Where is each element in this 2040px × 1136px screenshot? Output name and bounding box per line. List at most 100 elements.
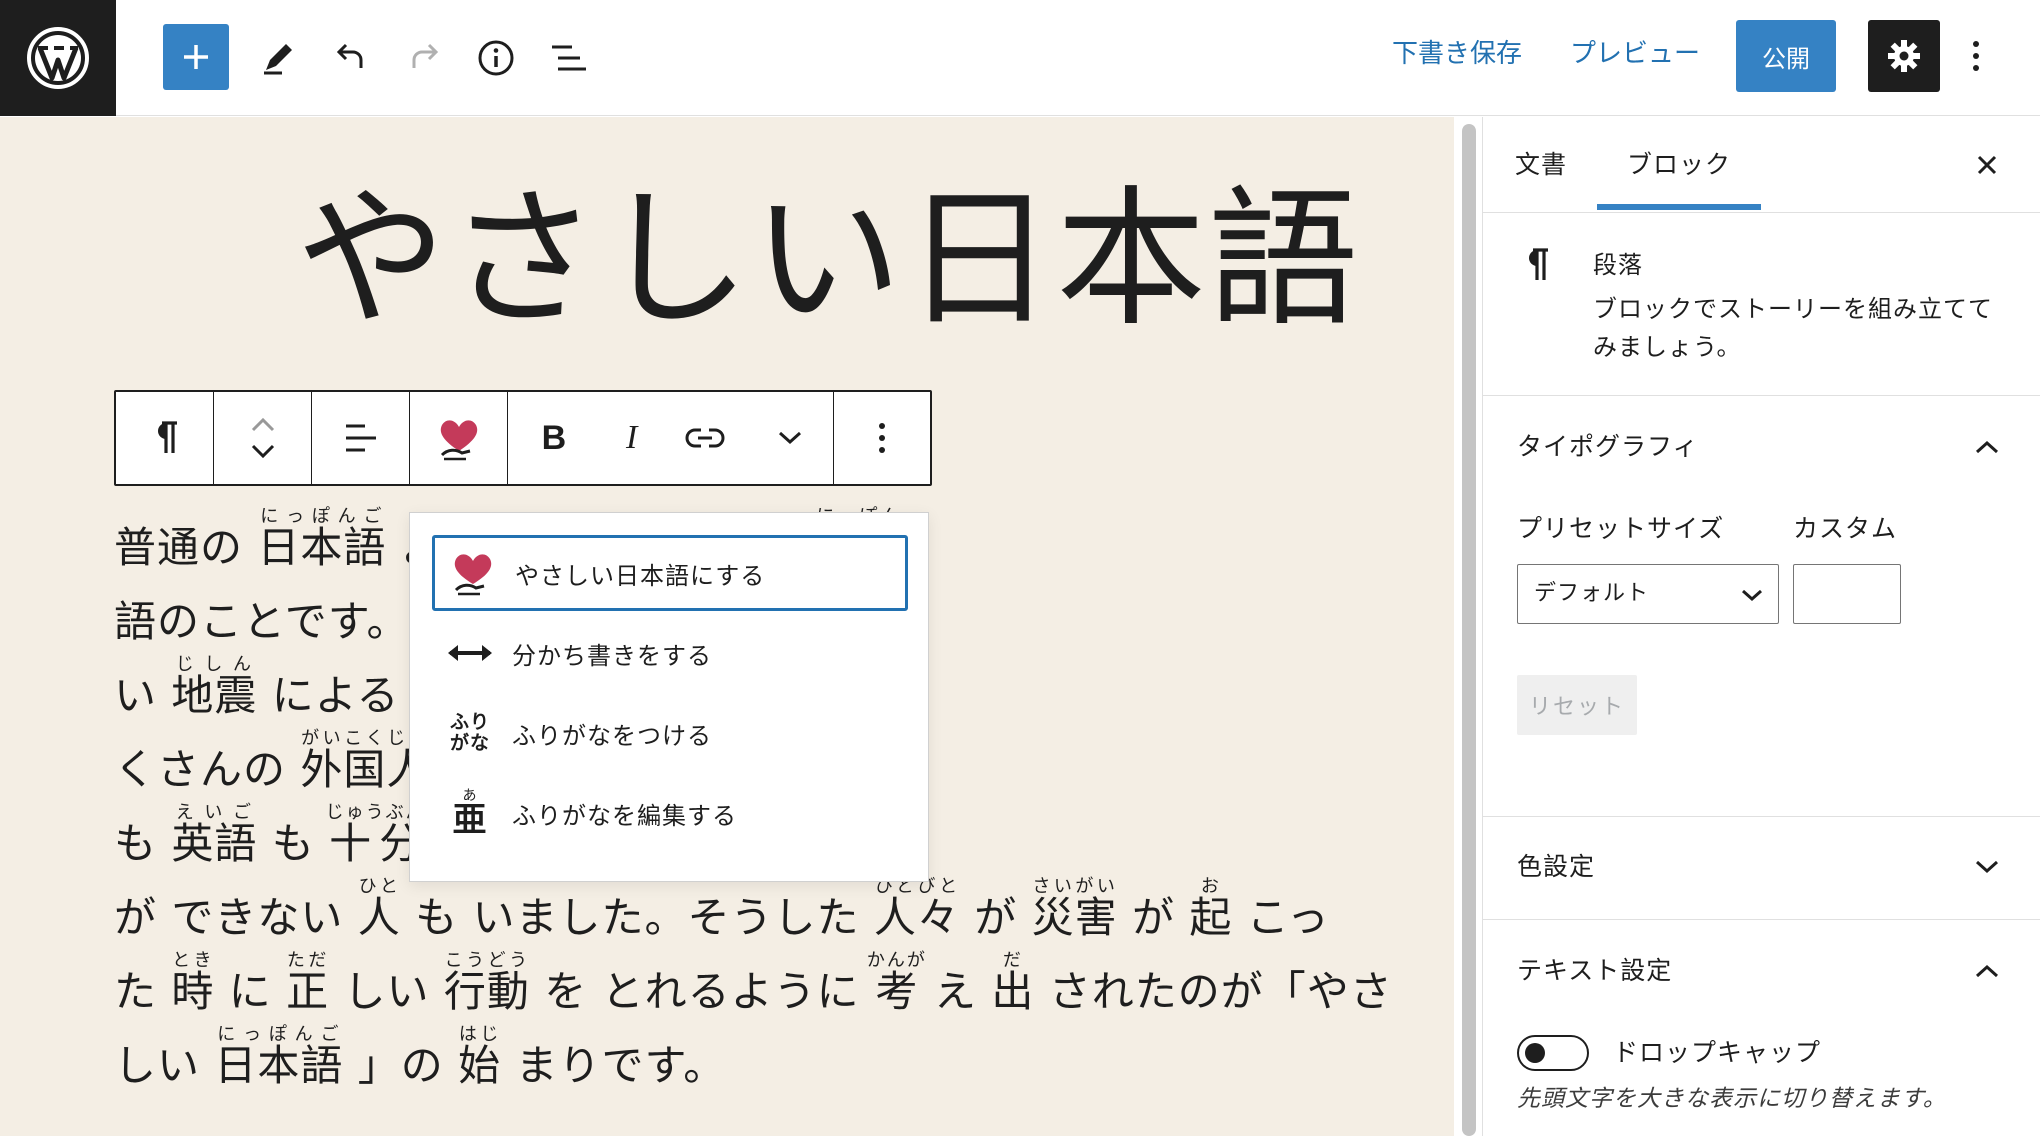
ruby-word: 時とき (171, 950, 215, 1016)
ruby-word: 人々ひとびと (873, 876, 960, 942)
ruby-word: 日本語にっぽんご (214, 1024, 344, 1090)
menu-item-yasashii[interactable]: やさしい日本語にする (432, 535, 908, 611)
reset-button[interactable]: リセット (1517, 675, 1637, 735)
heart-hand-icon[interactable] (410, 392, 507, 484)
post-title[interactable]: やさしい日本語 (296, 150, 1360, 370)
block-name: 段落 (1593, 251, 1643, 279)
preset-size-label: プリセットサイズ (1517, 514, 1725, 543)
align-icon[interactable] (312, 392, 409, 484)
furigana-icon-bottom: がな (449, 732, 490, 754)
block-description-line2: みましょう。 (1593, 333, 1742, 361)
save-draft-link[interactable]: 下書き保存 (1392, 34, 1522, 74)
more-vertical-icon[interactable] (834, 392, 930, 484)
ruby-word: 人ひと (357, 876, 401, 942)
chevron-up-icon[interactable] (1971, 431, 2003, 463)
ruby-word: 日本語にっぽんご (257, 506, 387, 572)
text-segment: いました。そうした (472, 893, 860, 942)
text-segment: え (934, 967, 978, 1016)
edit-furigana-icon: あ 亜 (442, 785, 498, 841)
text-segment: も (271, 819, 315, 868)
info-icon[interactable] (468, 30, 524, 86)
text-segment: を (544, 967, 588, 1016)
add-block-button[interactable] (163, 24, 229, 90)
settings-gear-button[interactable] (1868, 20, 1940, 92)
ruby-word: 始はじ (458, 1024, 502, 1090)
gear-icon (1888, 40, 1920, 72)
text-segment: とれるように (601, 967, 860, 1016)
drop-cap-label: ドロップキャップ (1613, 1038, 1822, 1067)
custom-size-input[interactable] (1793, 564, 1901, 624)
block-type-group (116, 392, 214, 484)
redo-icon[interactable] (396, 30, 452, 86)
active-tab-indicator (1597, 204, 1761, 210)
ruby-word: 起お (1189, 876, 1233, 942)
more-options-button[interactable] (1956, 28, 1996, 84)
preset-size-value: デフォルト (1534, 581, 1650, 606)
text-segment: 語のことです。 (114, 597, 410, 646)
text-settings-heading[interactable]: テキスト設定 (1517, 953, 1672, 989)
yasashii-dropdown-menu: やさしい日本語にする 分かち書きをする ふり がな ふりがなをつける あ 亜 ふ… (409, 512, 929, 882)
paragraph-line: しい 日本語にっぽんご 」の 始はじ まりです。 (114, 1024, 726, 1093)
block-description-line1: ブロックでストーリーを組み立てて (1593, 295, 1993, 323)
wordpress-logo-icon[interactable] (0, 0, 116, 116)
ruby-word: 地震じしん (171, 654, 258, 720)
preset-size-select[interactable]: デフォルト (1517, 564, 1779, 624)
chevron-down-icon[interactable] (1971, 851, 2003, 883)
text-segment: くさんの (114, 745, 287, 794)
chevron-down-icon (1736, 579, 1768, 611)
move-arrows-icon[interactable] (214, 392, 311, 484)
text-segment: による (271, 671, 400, 720)
paragraph-icon[interactable] (116, 392, 213, 484)
chevron-down-icon[interactable] (747, 392, 833, 484)
menu-item-label: ふりがなをつける (512, 721, 712, 750)
menu-item-add-furigana[interactable]: ふり がな ふりがなをつける (432, 695, 908, 771)
tab-document[interactable]: 文書 (1515, 147, 1567, 183)
divider (1483, 816, 2040, 817)
ruby-word: 出だ (991, 950, 1035, 1016)
typography-heading[interactable]: タイポグラフィ (1517, 429, 1699, 465)
move-group (214, 392, 312, 484)
italic-button[interactable]: I (600, 392, 664, 484)
align-group (312, 392, 410, 484)
tab-block[interactable]: ブロック (1627, 147, 1731, 183)
editor-header: 下書き保存 プレビュー 公開 (0, 0, 2040, 116)
divider (1483, 919, 2040, 920)
text-segment: しい (343, 967, 430, 1016)
paragraph-line: た 時とき に 正ただ しい 行動こうどう を とれるように 考かんが え 出だ… (114, 950, 1393, 1019)
drop-cap-toggle[interactable] (1517, 1035, 1589, 1071)
menu-item-label: ふりがなを編集する (512, 801, 737, 830)
text-segment: が (114, 893, 158, 942)
settings-sidebar: 文書 ブロック 段落 ブロックでストーリーを組み立てて みましょう。 タイポグラ… (1482, 117, 2040, 1136)
text-segment: も (415, 893, 459, 942)
edit-furigana-icon-char: 亜 (452, 800, 488, 840)
color-settings-heading[interactable]: 色設定 (1517, 849, 1595, 885)
heart-hand-icon (445, 545, 501, 601)
text-segment: されたのが「やさ (1048, 967, 1393, 1016)
menu-item-edit-furigana[interactable]: あ 亜 ふりがなを編集する (432, 775, 908, 851)
text-segment: 普通の (114, 523, 244, 572)
list-view-icon[interactable] (540, 30, 596, 86)
publish-button[interactable]: 公開 (1736, 20, 1836, 92)
preview-link[interactable]: プレビュー (1570, 34, 1700, 74)
text-segment: できない (171, 893, 344, 942)
text-segment: が (1132, 893, 1176, 942)
chevron-up-icon[interactable] (1971, 955, 2003, 987)
divider (1483, 395, 2040, 396)
undo-icon[interactable] (323, 30, 379, 86)
divider (1483, 212, 2040, 213)
ruby-word: 英語えいご (171, 802, 258, 868)
pencil-tool-icon[interactable] (250, 30, 306, 86)
link-icon[interactable] (664, 392, 748, 484)
text-segment: た (114, 967, 158, 1016)
menu-item-wakachigaki[interactable]: 分かち書きをする (432, 615, 908, 691)
ruby-word: 正ただ (286, 950, 330, 1016)
close-icon[interactable] (1971, 149, 2003, 181)
furigana-icon-top: ふり (449, 711, 490, 733)
canvas-scrollbar[interactable] (1462, 124, 1476, 1136)
bold-button[interactable]: B (508, 392, 600, 484)
yasashii-group (410, 392, 508, 484)
drop-cap-help-text: 先頭文字を大きな表示に切り替えます。 (1517, 1086, 1947, 1112)
text-segment: い (114, 671, 158, 720)
double-arrow-icon (442, 625, 498, 681)
paragraph-line: が できない 人ひと も いました。そうした 人々ひとびと が 災害さいがい が… (114, 876, 1330, 945)
